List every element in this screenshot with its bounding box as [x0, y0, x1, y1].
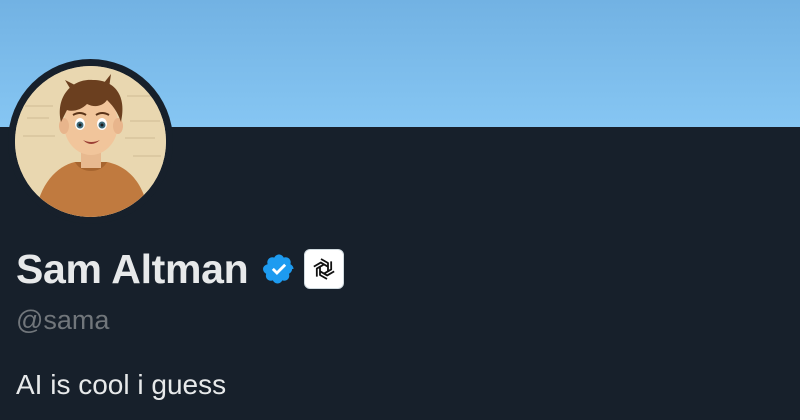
- avatar[interactable]: [15, 66, 166, 217]
- verified-badge-icon[interactable]: [262, 252, 296, 286]
- profile-handle: @sama: [16, 305, 110, 335]
- openai-logo-icon[interactable]: [304, 249, 345, 289]
- avatar-illustration: [15, 66, 166, 217]
- display-name: Sam Altman: [16, 245, 249, 292]
- profile-bio: AI is cool i guess: [16, 369, 227, 400]
- profile-name-row: Sam Altman: [16, 243, 345, 295]
